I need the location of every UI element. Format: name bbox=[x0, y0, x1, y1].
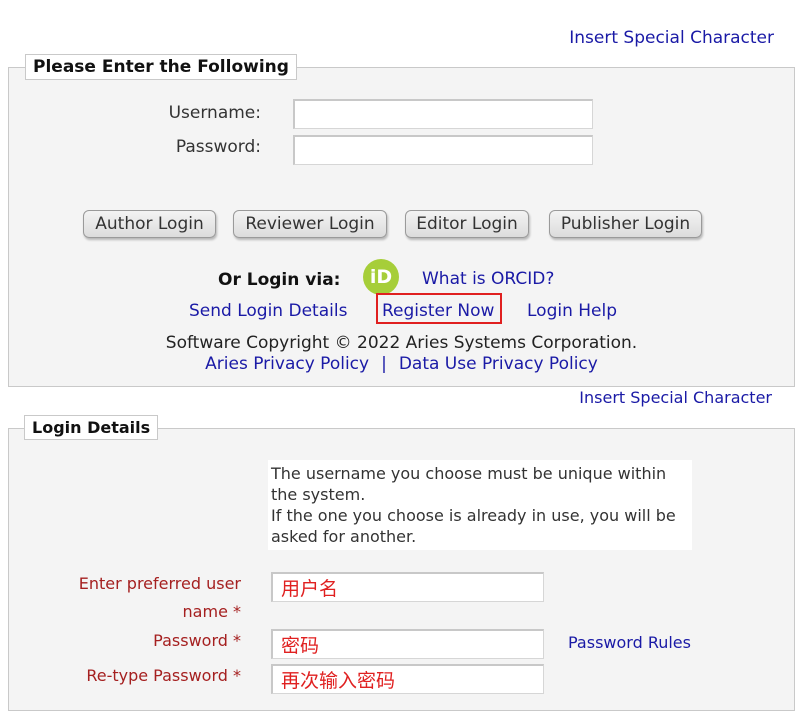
preferred-username-label-line1: Enter preferred user bbox=[78, 574, 241, 593]
info-line: The username you choose must be unique w… bbox=[271, 464, 667, 483]
retype-password-input[interactable] bbox=[271, 664, 544, 694]
policy-links: Aries Privacy Policy | Data Use Privacy Po… bbox=[9, 354, 794, 374]
username-info-box: The username you choose must be unique w… bbox=[268, 460, 692, 550]
password-input[interactable] bbox=[293, 135, 593, 165]
policy-separator: | bbox=[381, 354, 387, 374]
login-help-link[interactable]: Login Help bbox=[527, 301, 617, 321]
info-line: the system. bbox=[271, 485, 366, 504]
reviewer-login-button[interactable]: Reviewer Login bbox=[233, 210, 387, 238]
info-line: If the one you choose is already in use,… bbox=[271, 506, 676, 525]
data-use-privacy-policy-link[interactable]: Data Use Privacy Policy bbox=[399, 354, 598, 374]
insert-special-character-link[interactable]: Insert Special Character bbox=[569, 28, 774, 48]
username-input[interactable] bbox=[293, 99, 593, 129]
register-now-link[interactable]: Register Now bbox=[382, 301, 494, 321]
login-panel-legend: Please Enter the Following bbox=[25, 54, 297, 80]
password-required-label: Password * bbox=[153, 631, 241, 650]
password-rules-link[interactable]: Password Rules bbox=[568, 633, 691, 652]
password-label: Password: bbox=[175, 137, 261, 157]
login-panel: Please Enter the Following Username: Pas… bbox=[8, 54, 795, 387]
new-password-input[interactable] bbox=[271, 629, 544, 659]
preferred-username-label-line2: name * bbox=[182, 602, 241, 621]
what-is-orcid-link[interactable]: What is ORCID? bbox=[422, 269, 554, 289]
orcid-login-label: Or Login via: bbox=[218, 270, 341, 290]
editor-login-button[interactable]: Editor Login bbox=[405, 210, 529, 238]
retype-password-label: Re-type Password * bbox=[86, 666, 241, 685]
info-line: asked for another. bbox=[271, 527, 417, 546]
author-login-button[interactable]: Author Login bbox=[83, 210, 216, 238]
copyright-text: Software Copyright © 2022 Aries Systems … bbox=[165, 333, 638, 353]
username-label: Username: bbox=[168, 103, 261, 123]
orcid-icon-text: iD bbox=[369, 266, 393, 288]
login-details-legend: Login Details bbox=[24, 415, 159, 440]
insert-special-character-link-2[interactable]: Insert Special Character bbox=[579, 388, 772, 407]
login-details-panel: Login Details The username you choose mu… bbox=[8, 415, 795, 711]
orcid-icon[interactable]: iD bbox=[363, 259, 399, 295]
send-login-details-link[interactable]: Send Login Details bbox=[189, 301, 347, 321]
preferred-username-input[interactable] bbox=[271, 572, 544, 602]
publisher-login-button[interactable]: Publisher Login bbox=[549, 210, 702, 238]
aries-privacy-policy-link[interactable]: Aries Privacy Policy bbox=[205, 354, 369, 374]
